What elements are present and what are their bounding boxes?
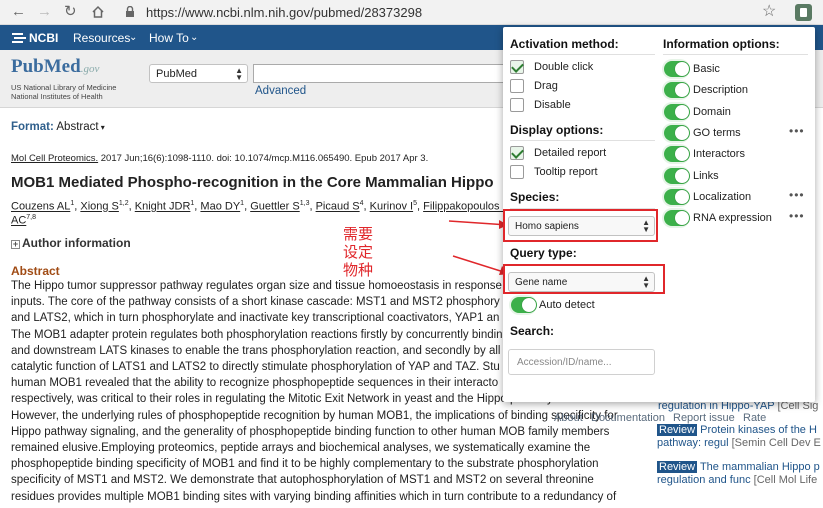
option-label: Double click xyxy=(534,61,594,73)
resources-menu[interactable]: Resources xyxy=(73,31,130,45)
extension-icon[interactable] xyxy=(795,4,812,21)
nlm-subtitle: US National Library of Medicine National … xyxy=(11,83,117,101)
option-label: Tooltip report xyxy=(534,166,598,178)
howto-chevron-icon[interactable]: ⌄ xyxy=(190,32,198,43)
info-option-label: Description xyxy=(693,84,749,97)
toggle-description[interactable] xyxy=(664,82,690,99)
advanced-link[interactable]: Advanced xyxy=(255,85,306,97)
species-title: Species: xyxy=(510,190,560,204)
toggle-links[interactable] xyxy=(664,167,690,184)
url-text: https://www.ncbi.nlm.nih.gov/pubmed/2837… xyxy=(146,5,423,20)
info-option-label: Interactors xyxy=(693,148,745,161)
lock-icon xyxy=(126,6,134,17)
footer-link-rate[interactable]: Rate xyxy=(743,412,766,424)
home-icon[interactable] xyxy=(91,5,105,19)
database-select[interactable]: PubMed ▲ ▼ xyxy=(149,64,248,83)
howto-menu[interactable]: How To xyxy=(149,31,189,45)
more-options-icon[interactable]: ••• xyxy=(789,124,805,138)
search-input[interactable] xyxy=(253,64,513,83)
query-type-select[interactable]: Gene name ▲ ▼ xyxy=(508,272,655,292)
checkbox-drag[interactable] xyxy=(510,79,524,93)
toggle-rna-expression[interactable] xyxy=(664,210,690,227)
query-type-title: Query type: xyxy=(510,246,577,260)
information-options-title: Information options: xyxy=(663,37,780,51)
browser-toolbar: ← → ↻ https://www.ncbi.nlm.nih.gov/pubme… xyxy=(0,0,823,25)
checkbox-tooltip-report[interactable] xyxy=(510,165,524,179)
search-title: Search: xyxy=(510,324,555,338)
pubmed-logo[interactable]: PubMed.gov xyxy=(11,56,99,78)
info-option-label: Basic xyxy=(693,63,720,75)
toggle-localization[interactable] xyxy=(664,188,690,205)
resources-chevron-icon[interactable]: ⌄ xyxy=(129,32,137,43)
display-title: Display options: xyxy=(510,123,604,137)
option-label: Disable xyxy=(534,99,571,111)
checkbox-detailed-report[interactable] xyxy=(510,146,524,160)
option-label: Drag xyxy=(534,80,558,92)
info-option-label: GO terms xyxy=(693,126,741,139)
forward-arrow-icon[interactable]: → xyxy=(37,3,52,21)
toggle-interactors[interactable] xyxy=(664,146,690,163)
checkbox-double-click[interactable] xyxy=(510,60,524,74)
popup-search-input[interactable]: Accession/ID/name... xyxy=(508,349,655,375)
info-option-label: Domain xyxy=(693,105,731,118)
auto-detect-label: Auto detect xyxy=(539,299,595,311)
similar-review-2[interactable]: Review The mammalian Hippo p regulation … xyxy=(657,461,820,487)
info-option-label: Localization xyxy=(693,190,752,203)
option-label: Detailed report xyxy=(534,147,607,159)
activation-title: Activation method: xyxy=(510,37,619,51)
back-arrow-icon[interactable]: ← xyxy=(11,3,26,21)
toggle-go-terms[interactable] xyxy=(664,124,690,141)
ncbi-logo-icon xyxy=(12,33,26,43)
ncbi-logo[interactable]: NCBI xyxy=(29,31,58,45)
info-option-label: RNA expression xyxy=(693,212,772,225)
toggle-basic[interactable] xyxy=(664,61,690,77)
info-option-label: Links xyxy=(693,169,719,182)
species-select[interactable]: Homo sapiens ▲ ▼ xyxy=(508,216,655,236)
toggle-domain[interactable] xyxy=(664,103,690,120)
reload-icon[interactable]: ↻ xyxy=(64,3,77,21)
extension-popup: Activation method: Double click Drag Disab… xyxy=(503,27,815,424)
address-bar[interactable]: https://www.ncbi.nlm.nih.gov/pubmed/2837… xyxy=(116,2,788,22)
footer-link-documentation[interactable]: Documentation xyxy=(591,412,665,424)
similar-review-1[interactable]: Review Protein kinases of the H pathway:… xyxy=(657,424,821,450)
footer-link-report-issue[interactable]: Report issue xyxy=(673,412,735,424)
checkbox-disable[interactable] xyxy=(510,98,524,112)
more-options-icon[interactable]: ••• xyxy=(789,209,805,223)
auto-detect-toggle[interactable] xyxy=(511,297,537,313)
more-options-icon[interactable]: ••• xyxy=(789,188,805,202)
star-icon[interactable]: ☆ xyxy=(762,3,776,21)
footer-link-about[interactable]: About xyxy=(554,412,583,424)
